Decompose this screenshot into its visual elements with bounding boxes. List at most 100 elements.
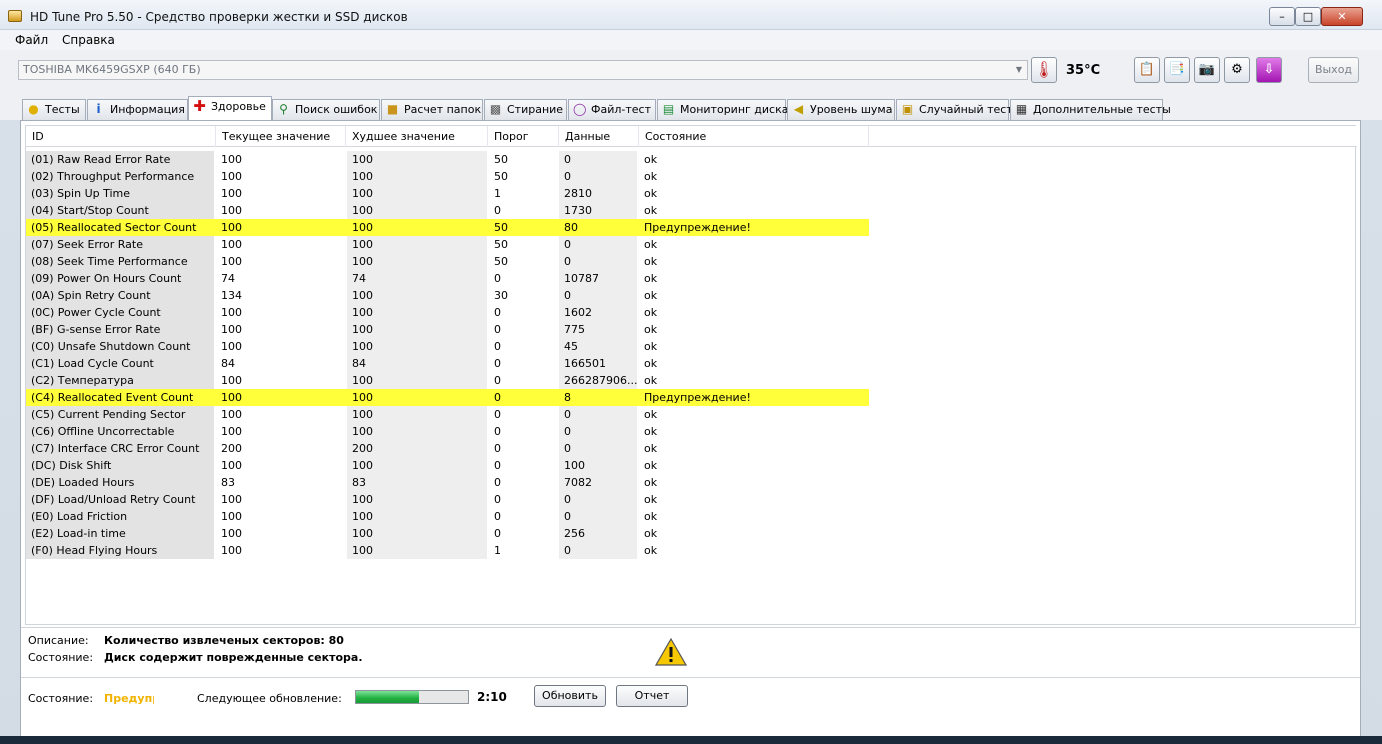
cell-data: 45	[559, 338, 637, 355]
window-title: HD Tune Pro 5.50 - Средство проверки жес…	[30, 10, 408, 24]
cell-status: ok	[644, 442, 658, 455]
tab-health[interactable]: ✚ Здоровье	[188, 96, 272, 120]
table-row[interactable]: (07) Seek Error Rate 100 100 50 0 ok	[26, 236, 869, 253]
options-icon[interactable]: ⚙	[1224, 57, 1250, 83]
cell-status: ok	[644, 527, 658, 540]
column-header-id[interactable]: ID	[26, 126, 216, 147]
cell-status: ok	[644, 323, 658, 336]
cell-worst: 100	[347, 423, 487, 440]
cell-status: ok	[644, 493, 658, 506]
cell-status: ok	[644, 510, 658, 523]
description-area: Описание: Количество извлеченых секторов…	[21, 627, 1360, 677]
table-row[interactable]: (04) Start/Stop Count 100 100 0 1730 ok	[26, 202, 869, 219]
tab-info[interactable]: i Информация	[87, 99, 188, 120]
report-button[interactable]: Отчет	[616, 685, 688, 707]
tab-tests[interactable]: ● Тесты	[22, 99, 86, 120]
cell-id: (07) Seek Error Rate	[26, 236, 214, 253]
table-row[interactable]: (C2) Температура 100 100 0 266287906... ok	[26, 372, 869, 389]
tab-extra-tests[interactable]: ▦ Дополнительные тесты	[1010, 99, 1171, 120]
table-row[interactable]: (DE) Loaded Hours 83 83 0 7082 ok	[26, 474, 869, 491]
cell-data: 166501	[559, 355, 637, 372]
minimize-button[interactable]: –	[1269, 7, 1295, 26]
table-row[interactable]: (C7) Interface CRC Error Count 200 200 0 0 ok	[26, 440, 869, 457]
table-row[interactable]: (DC) Disk Shift 100 100 0 100 ok	[26, 457, 869, 474]
cell-id: (02) Throughput Performance	[26, 168, 214, 185]
table-row[interactable]: (03) Spin Up Time 100 100 1 2810 ok	[26, 185, 869, 202]
table-row[interactable]: (02) Throughput Performance 100 100 50 0 ok	[26, 168, 869, 185]
cell-data: 775	[559, 321, 637, 338]
table-row[interactable]: (09) Power On Hours Count 74 74 0 10787 ok	[26, 270, 869, 287]
close-button[interactable]: ✕	[1321, 7, 1363, 26]
cell-current: 100	[221, 544, 242, 557]
tab-noise-level[interactable]: ◀ Уровень шума	[787, 99, 895, 120]
table-row[interactable]: (F0) Head Flying Hours 100 100 1 0 ok	[26, 542, 869, 559]
table-row[interactable]: (C4) Reallocated Event Count 100 100 0 8 Пред…	[26, 389, 869, 406]
tab-bar: ● Тесты i Информация ✚ Здоровье ⚲ Поиск …	[0, 96, 1382, 120]
refresh-button[interactable]: Обновить	[534, 685, 606, 707]
tab-erase[interactable]: ▩ Стирание	[484, 99, 567, 120]
menu-file[interactable]: Файл	[15, 33, 48, 47]
table-row[interactable]: (C0) Unsafe Shutdown Count 100 100 0 45 ok	[26, 338, 869, 355]
cell-worst: 100	[347, 185, 487, 202]
title-bar: HD Tune Pro 5.50 - Средство проверки жес…	[0, 0, 1382, 30]
tab-file-test[interactable]: ◯ Файл-тест	[568, 99, 656, 120]
cell-id: (C2) Температура	[26, 372, 214, 389]
temperature-value: 35°C	[1066, 63, 1101, 78]
cell-id: (DC) Disk Shift	[26, 457, 214, 474]
cell-status: ok	[644, 544, 658, 557]
cell-threshold: 50	[494, 238, 508, 251]
table-row[interactable]: (DF) Load/Unload Retry Count 100 100 0 0 ok	[26, 491, 869, 508]
table-row[interactable]: (C5) Current Pending Sector 100 100 0 0 ok	[26, 406, 869, 423]
cell-worst: 100	[347, 151, 487, 168]
column-header-threshold[interactable]: Порог	[488, 126, 559, 147]
tab-error-scan[interactable]: ⚲ Поиск ошибок	[272, 99, 380, 120]
cell-id: (F0) Head Flying Hours	[26, 542, 214, 559]
table-row[interactable]: (C1) Load Cycle Count 84 84 0 166501 ok	[26, 355, 869, 372]
table-row[interactable]: (08) Seek Time Performance 100 100 50 0 ok	[26, 253, 869, 270]
table-row[interactable]: (0C) Power Cycle Count 100 100 0 1602 ok	[26, 304, 869, 321]
exit-button[interactable]: Выход	[1308, 57, 1359, 83]
extra-tests-icon: ▦	[1015, 102, 1028, 116]
cell-worst: 100	[347, 491, 487, 508]
maximize-button[interactable]: □	[1295, 7, 1321, 26]
table-row[interactable]: (0A) Spin Retry Count 134 100 30 0 ok	[26, 287, 869, 304]
menu-bar: Файл Справка	[0, 30, 1382, 50]
cell-id: (03) Spin Up Time	[26, 185, 214, 202]
cell-current: 100	[221, 153, 242, 166]
cell-data: 7082	[559, 474, 637, 491]
table-row[interactable]: (E2) Load-in time 100 100 0 256 ok	[26, 525, 869, 542]
column-header-status[interactable]: Состояние	[639, 126, 869, 147]
info-icon: i	[96, 102, 101, 116]
cell-data: 256	[559, 525, 637, 542]
cell-threshold: 0	[494, 357, 501, 370]
drive-select[interactable]: TOSHIBA MK6459GSXP (640 ГБ) ▼	[18, 60, 1028, 80]
save-down-arrow-icon[interactable]: ⇩	[1256, 57, 1282, 83]
description-label: Описание:	[28, 634, 89, 647]
screenshot-camera-icon[interactable]: 📷	[1194, 57, 1220, 83]
column-header-data[interactable]: Данные	[559, 126, 639, 147]
thermometer-icon[interactable]: 🌡	[1031, 57, 1057, 83]
table-row[interactable]: (C6) Offline Uncorrectable 100 100 0 0 ok	[26, 423, 869, 440]
tab-folder-usage[interactable]: ■ Расчет папок	[381, 99, 483, 120]
column-header-worst[interactable]: Худшее значение	[346, 126, 488, 147]
tab-disk-monitor[interactable]: ▤ Мониторинг диска	[657, 99, 789, 120]
cell-worst: 100	[347, 525, 487, 542]
cell-data: 10787	[559, 270, 637, 287]
copy-all-icon[interactable]: 📑	[1164, 57, 1190, 83]
cell-threshold: 50	[494, 221, 508, 234]
cell-threshold: 0	[494, 391, 501, 404]
table-row[interactable]: (BF) G-sense Error Rate 100 100 0 775 ok	[26, 321, 869, 338]
cell-data: 0	[559, 253, 637, 270]
update-progress-fill	[356, 691, 419, 703]
menu-help[interactable]: Справка	[62, 33, 115, 47]
table-row[interactable]: (05) Reallocated Sector Count 100 100 50 80 П…	[26, 219, 869, 236]
drive-select-value: TOSHIBA MK6459GSXP (640 ГБ)	[23, 63, 201, 76]
table-row[interactable]: (E0) Load Friction 100 100 0 0 ok	[26, 508, 869, 525]
cell-threshold: 50	[494, 153, 508, 166]
table-row[interactable]: (01) Raw Read Error Rate 100 100 50 0 ok	[26, 151, 869, 168]
copy-icon[interactable]: 📋	[1134, 57, 1160, 83]
tab-random-access[interactable]: ▣ Случайный тест	[896, 99, 1013, 120]
cell-current: 100	[221, 510, 242, 523]
column-header-current[interactable]: Текущее значение	[216, 126, 346, 147]
cell-current: 100	[221, 391, 242, 404]
